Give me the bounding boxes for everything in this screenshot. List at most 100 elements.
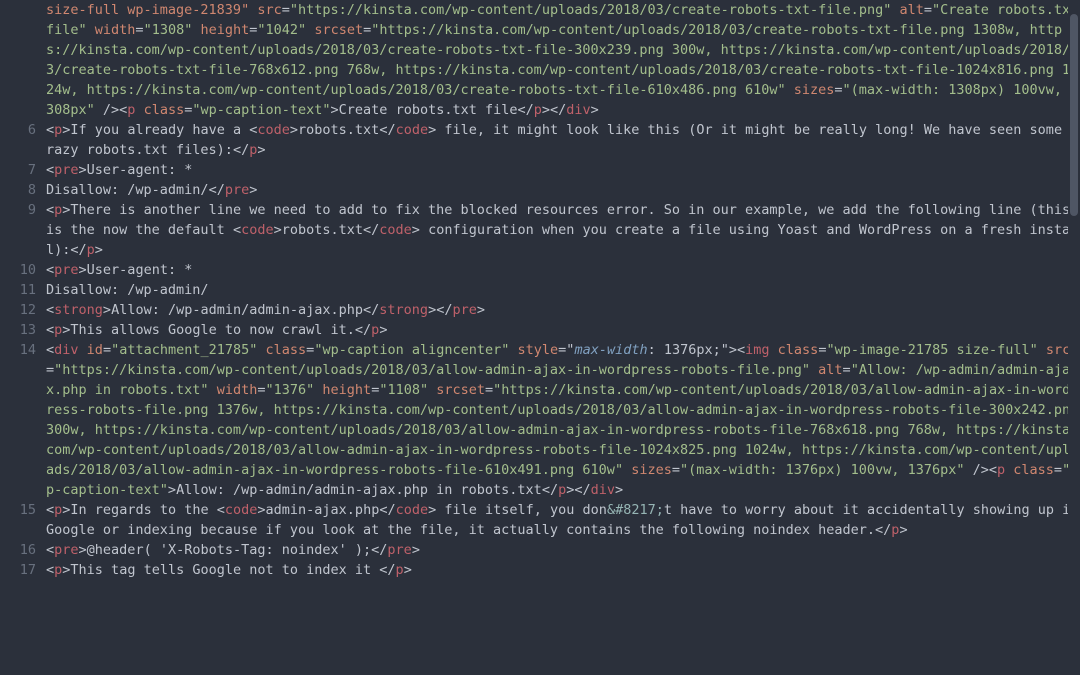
syntax-token: Disallow: /wp-admin/ (46, 182, 209, 198)
line-content[interactable]: <p>There is another line we need to add … (46, 200, 1080, 260)
syntax-token: pre (452, 302, 476, 318)
syntax-token: > (257, 142, 265, 158)
line-number: 11 (0, 280, 46, 300)
syntax-token: srcset (314, 22, 363, 38)
syntax-token: strong (379, 302, 428, 318)
code-editor[interactable]: size-full wp-image-21839" src="https://k… (0, 0, 1080, 675)
syntax-token: />< (95, 102, 128, 118)
syntax-token: In regards to the (70, 502, 216, 518)
code-line[interactable]: 16<pre>@header( 'X-Robots-Tag: noindex' … (0, 540, 1080, 560)
line-content[interactable]: size-full wp-image-21839" src="https://k… (46, 0, 1080, 120)
syntax-token: > (428, 122, 436, 138)
code-line[interactable]: size-full wp-image-21839" src="https://k… (0, 0, 1080, 120)
syntax-token: < (46, 542, 54, 558)
syntax-token: src (1046, 342, 1070, 358)
code-line[interactable]: 17<p>This tag tells Google not to index … (0, 560, 1080, 580)
syntax-token: = (103, 342, 111, 358)
code-line[interactable]: 9<p>There is another line we need to add… (0, 200, 1080, 260)
syntax-token: < (46, 562, 54, 578)
syntax-token: pre (54, 262, 78, 278)
syntax-token: > (615, 482, 623, 498)
code-line[interactable]: 8Disallow: /wp-admin/</pre> (0, 180, 1080, 200)
syntax-token: </ (355, 322, 371, 338)
syntax-token: @header( 'X-Robots-Tag: noindex' ); (87, 542, 371, 558)
syntax-token: p (534, 102, 542, 118)
syntax-token: </ (209, 182, 225, 198)
syntax-token (135, 102, 143, 118)
syntax-token: > (249, 182, 257, 198)
syntax-token: code (225, 502, 258, 518)
syntax-token: style (518, 342, 559, 358)
line-content[interactable]: <div id="attachment_21785" class="wp-cap… (46, 340, 1080, 500)
syntax-token: > (899, 522, 907, 538)
syntax-token: > (103, 302, 111, 318)
line-content[interactable]: <pre>User-agent: * (46, 260, 1080, 280)
scroll-thumb[interactable] (1070, 14, 1078, 217)
syntax-token: max-width (574, 342, 647, 358)
syntax-token: ></ (428, 302, 452, 318)
line-content[interactable]: <p>This tag tells Google not to index it… (46, 560, 1080, 580)
syntax-token: </ (363, 222, 379, 238)
code-lines[interactable]: size-full wp-image-21839" src="https://k… (0, 0, 1080, 675)
line-number: 7 (0, 160, 46, 180)
syntax-token: height (200, 22, 249, 38)
line-content[interactable]: <pre>User-agent: * (46, 160, 1080, 180)
code-line[interactable]: 7<pre>User-agent: * (0, 160, 1080, 180)
syntax-token: p (997, 462, 1005, 478)
line-content[interactable]: <pre>@header( 'X-Robots-Tag: noindex' );… (46, 540, 1080, 560)
syntax-token (770, 342, 778, 358)
syntax-token: > (379, 322, 387, 338)
syntax-token: > (331, 102, 339, 118)
line-content[interactable]: <p>If you already have a <code>robots.tx… (46, 120, 1080, 160)
syntax-token: "https://kinsta.com/wp-content/uploads/2… (54, 362, 810, 378)
syntax-token: User-agent: * (87, 162, 193, 178)
code-line[interactable]: 6<p>If you already have a <code>robots.t… (0, 120, 1080, 160)
syntax-token: This tag tells Google not to index it (70, 562, 379, 578)
syntax-token: This allows Google to now crawl it. (70, 322, 354, 338)
syntax-token: = (282, 2, 290, 18)
syntax-token: > (257, 502, 265, 518)
syntax-token (209, 382, 217, 398)
code-line[interactable]: 10<pre>User-agent: * (0, 260, 1080, 280)
syntax-token: > (274, 222, 282, 238)
syntax-token: < (46, 262, 54, 278)
syntax-token: User-agent: * (87, 262, 193, 278)
syntax-token: </ (70, 242, 86, 258)
line-number (0, 0, 46, 120)
syntax-token: code (396, 502, 429, 518)
code-line[interactable]: 13<p>This allows Google to now crawl it.… (0, 320, 1080, 340)
syntax-token: robots.txt (298, 122, 379, 138)
code-line[interactable]: 12< strong >Allow: /wp-admin/admin-ajax.ph… (0, 300, 1080, 320)
syntax-token: height (322, 382, 371, 398)
syntax-token: < (217, 502, 225, 518)
syntax-token: </ (363, 302, 379, 318)
syntax-token: Allow: /wp-admin/admin-ajax.php (111, 302, 363, 318)
syntax-token: > (79, 262, 87, 278)
syntax-token: < (46, 122, 54, 138)
syntax-token: : 1376px;">< (648, 342, 746, 358)
syntax-token: </ (371, 542, 387, 558)
syntax-token (623, 462, 631, 478)
line-number: 12 (0, 300, 46, 320)
syntax-token: = (46, 362, 54, 378)
syntax-token: < (46, 342, 54, 358)
syntax-token (1038, 342, 1046, 358)
line-content[interactable]: <p>In regards to the <code>admin-ajax.ph… (46, 500, 1080, 540)
syntax-token: pre (54, 542, 78, 558)
syntax-token: pre (225, 182, 249, 198)
syntax-token: </ (233, 142, 249, 158)
syntax-token: div (566, 102, 590, 118)
syntax-token: > (404, 562, 412, 578)
code-line[interactable]: 15<p>In regards to the <code>admin-ajax.… (0, 500, 1080, 540)
line-content[interactable]: <p>This allows Google to now crawl it.</… (46, 320, 1080, 340)
line-content[interactable]: Disallow: /wp-admin/ (46, 280, 1080, 300)
syntax-token: </ (379, 122, 395, 138)
code-line[interactable]: 11Disallow: /wp-admin/ (0, 280, 1080, 300)
vertical-scrollbar[interactable] (1068, 0, 1080, 675)
line-content[interactable]: Disallow: /wp-admin/</pre> (46, 180, 1080, 200)
line-content[interactable]: < strong >Allow: /wp-admin/admin-ajax.php<… (46, 300, 1080, 320)
code-line[interactable]: 14<div id="attachment_21785" class="wp-c… (0, 340, 1080, 500)
syntax-token: Create robots.txt file (339, 102, 518, 118)
syntax-token: < (46, 302, 54, 318)
syntax-token: = (1054, 462, 1062, 478)
